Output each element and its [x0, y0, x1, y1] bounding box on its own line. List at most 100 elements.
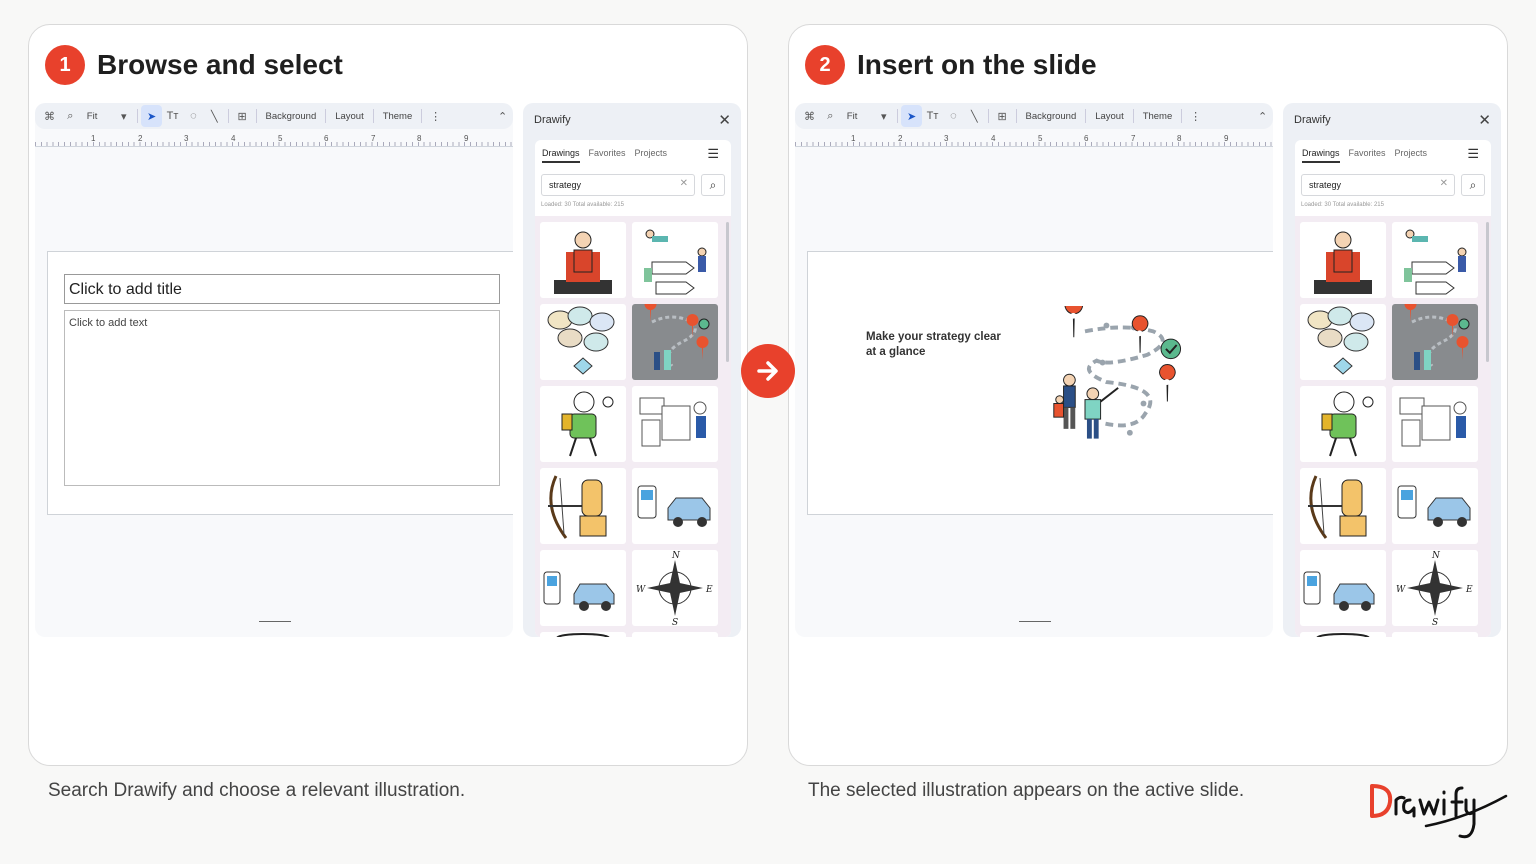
- result-thumbnail[interactable]: [540, 304, 626, 380]
- step-2-number: 2: [805, 45, 845, 85]
- result-thumbnail-selected[interactable]: [632, 304, 718, 380]
- tab-projects[interactable]: Projects: [1395, 148, 1428, 158]
- text-box-icon[interactable]: Tт: [922, 105, 943, 127]
- result-thumbnail[interactable]: [1300, 386, 1386, 462]
- result-thumbnail[interactable]: [632, 222, 718, 298]
- slide-canvas[interactable]: Make your strategy clear at a glance: [807, 251, 1273, 515]
- line-icon[interactable]: ╲: [204, 105, 225, 127]
- slide-headline[interactable]: Make your strategy clear at a glance: [866, 330, 1006, 360]
- result-thumbnail[interactable]: [632, 468, 718, 544]
- svg-text:W: W: [636, 585, 646, 595]
- close-icon[interactable]: ✕: [718, 111, 731, 129]
- select-cursor-icon[interactable]: ➤: [901, 105, 923, 127]
- panel-scrollbar[interactable]: [1486, 222, 1489, 362]
- result-thumbnail[interactable]: [1300, 304, 1386, 380]
- step-1-header: 1 Browse and select: [45, 45, 343, 85]
- background-button[interactable]: Background: [1020, 111, 1083, 122]
- ruler-label: 2: [898, 134, 903, 143]
- menu-icon[interactable]: ☰: [707, 146, 719, 162]
- search-value: strategy: [1309, 180, 1342, 190]
- slide-canvas[interactable]: Click to add title Click to add text: [47, 251, 513, 515]
- result-thumbnail[interactable]: [1300, 468, 1386, 544]
- search-input[interactable]: strategy ✕: [541, 174, 695, 196]
- more-icon[interactable]: ⋮: [1185, 105, 1206, 127]
- panel-tabs: Drawings Favorites Projects: [535, 140, 731, 166]
- tab-favorites[interactable]: Favorites: [589, 148, 626, 158]
- result-thumbnail[interactable]: [540, 632, 626, 637]
- result-thumbnail[interactable]: [1300, 550, 1386, 626]
- next-arrow-icon: [741, 344, 795, 398]
- panel-content: Drawings Favorites Projects ☰ strategy ✕…: [535, 140, 731, 637]
- search-input[interactable]: strategy ✕: [1301, 174, 1455, 196]
- result-thumbnail[interactable]: [540, 386, 626, 462]
- chevron-down-icon[interactable]: ▾: [873, 105, 894, 127]
- comment-icon[interactable]: ⊞: [232, 105, 253, 127]
- result-thumbnail[interactable]: N S W E: [1392, 550, 1478, 626]
- theme-button[interactable]: Theme: [1137, 111, 1179, 122]
- layout-button[interactable]: Layout: [329, 111, 370, 122]
- result-thumbnail[interactable]: [1392, 468, 1478, 544]
- ruler-label: 8: [417, 134, 422, 143]
- zoom-icon[interactable]: ⌕: [820, 105, 841, 127]
- text-box-icon[interactable]: Tт: [162, 105, 183, 127]
- result-thumbnail[interactable]: [1300, 222, 1386, 298]
- tab-projects[interactable]: Projects: [635, 148, 668, 158]
- result-thumbnail[interactable]: [632, 632, 718, 637]
- result-thumbnail[interactable]: [1392, 222, 1478, 298]
- search-icon[interactable]: ⌕: [701, 174, 725, 196]
- slide-body-placeholder[interactable]: Click to add text: [64, 310, 500, 486]
- ruler-label: 2: [138, 134, 143, 143]
- search-icon[interactable]: ⌕: [1461, 174, 1485, 196]
- inserted-illustration[interactable]: [1044, 306, 1204, 462]
- result-thumbnail[interactable]: N S W E: [632, 550, 718, 626]
- panel-scrollbar[interactable]: [726, 222, 729, 362]
- chevron-down-icon[interactable]: ▾: [113, 105, 134, 127]
- clear-icon[interactable]: ✕: [1440, 178, 1448, 189]
- step-1-number: 1: [45, 45, 85, 85]
- comment-icon[interactable]: ⊞: [992, 105, 1013, 127]
- ruler-label: 9: [464, 134, 469, 143]
- result-thumbnail[interactable]: [540, 550, 626, 626]
- zoom-select[interactable]: Fit: [81, 111, 104, 122]
- result-thumbnail[interactable]: [540, 468, 626, 544]
- result-thumbnail[interactable]: [1392, 386, 1478, 462]
- results-area: N S W E: [535, 216, 731, 637]
- select-cursor-icon[interactable]: ➤: [141, 105, 163, 127]
- line-icon[interactable]: ╲: [964, 105, 985, 127]
- paint-format-icon[interactable]: ⌘: [799, 105, 820, 127]
- close-icon[interactable]: ✕: [1478, 111, 1491, 129]
- result-thumbnail[interactable]: [540, 222, 626, 298]
- collapse-icon[interactable]: ⌃: [1252, 105, 1273, 127]
- layout-button[interactable]: Layout: [1089, 111, 1130, 122]
- result-thumbnail[interactable]: [1300, 632, 1386, 637]
- tab-drawings[interactable]: Drawings: [1302, 148, 1340, 163]
- drawify-logo: [1370, 784, 1508, 839]
- ruler: 1 2 3 4 5 6 7 8 9: [795, 133, 1273, 147]
- zoom-icon[interactable]: ⌕: [60, 105, 81, 127]
- tab-drawings[interactable]: Drawings: [542, 148, 580, 163]
- step-1-caption: Search Drawify and choose a relevant ill…: [48, 780, 466, 801]
- svg-text:S: S: [1432, 618, 1438, 626]
- step-2-caption: The selected illustration appears on the…: [808, 780, 1245, 801]
- slides-editor: ⌘ ⌕ Fit ▾ ➤ Tт ◌ ╲ ⊞ Background Layout T…: [35, 103, 513, 637]
- clear-icon[interactable]: ✕: [680, 178, 688, 189]
- shape-icon[interactable]: ◌: [943, 105, 964, 127]
- collapse-icon[interactable]: ⌃: [492, 105, 513, 127]
- ruler-label: 6: [1084, 134, 1089, 143]
- svg-text:S: S: [672, 618, 678, 626]
- theme-button[interactable]: Theme: [377, 111, 419, 122]
- ruler-label: 5: [278, 134, 283, 143]
- tab-favorites[interactable]: Favorites: [1349, 148, 1386, 158]
- result-thumbnail[interactable]: [632, 386, 718, 462]
- more-icon[interactable]: ⋮: [425, 105, 446, 127]
- zoom-select[interactable]: Fit: [841, 111, 864, 122]
- background-button[interactable]: Background: [260, 111, 323, 122]
- slide-title-placeholder[interactable]: Click to add title: [64, 274, 500, 304]
- menu-icon[interactable]: ☰: [1467, 146, 1479, 162]
- result-thumbnail[interactable]: [1392, 632, 1478, 637]
- paint-format-icon[interactable]: ⌘: [39, 105, 60, 127]
- scroll-indicator: [1019, 621, 1051, 622]
- shape-icon[interactable]: ◌: [183, 105, 204, 127]
- ruler-label: 7: [371, 134, 376, 143]
- result-thumbnail-selected[interactable]: [1392, 304, 1478, 380]
